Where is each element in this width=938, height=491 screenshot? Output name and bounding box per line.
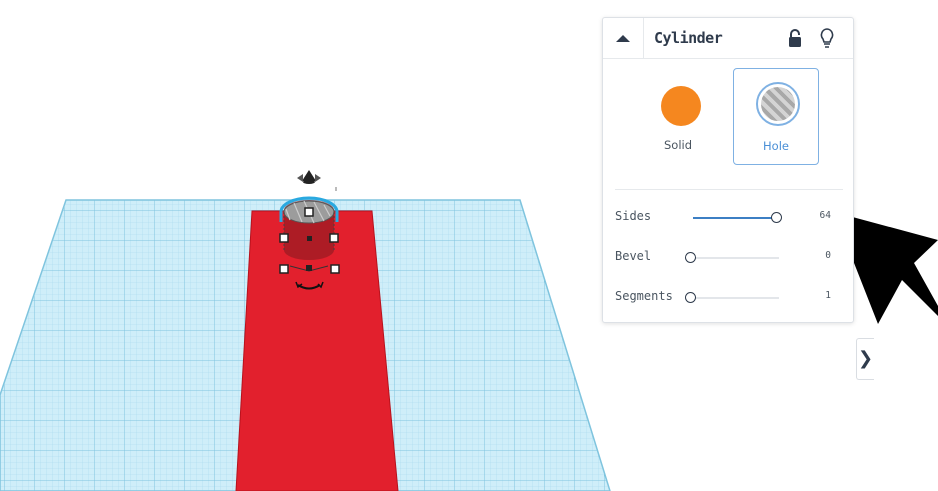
handle-left[interactable] — [279, 233, 289, 243]
divider — [615, 189, 843, 190]
sides-value[interactable]: 64 — [820, 210, 831, 221]
inspector-header: Cylinder — [603, 18, 853, 59]
hole-swatch — [756, 82, 800, 126]
handle-height[interactable] — [307, 236, 312, 241]
shape-inspector-panel: Cylinder Solid Hole Sides 64 Bevel 0 Seg… — [602, 17, 854, 323]
solid-color-swatch — [661, 86, 701, 126]
sides-label: Sides — [615, 209, 652, 223]
unlock-icon[interactable] — [787, 28, 803, 48]
chevron-right-icon: ❯ — [857, 348, 874, 369]
handle-bottom-right[interactable] — [330, 264, 340, 274]
segments-row: Segments 1 — [603, 289, 853, 309]
solid-label: Solid — [663, 138, 693, 152]
chevron-up-icon — [616, 34, 630, 42]
shape-name: Cylinder — [654, 29, 723, 47]
handle-bottom-left[interactable] — [279, 264, 289, 274]
bevel-row: Bevel 0 — [603, 249, 853, 269]
bevel-slider-knob[interactable] — [685, 252, 696, 263]
bevel-slider-track[interactable] — [685, 257, 779, 259]
sidebar-toggle-button[interactable]: ❯ — [856, 338, 874, 380]
collapse-inspector-button[interactable] — [603, 18, 644, 58]
handle-center[interactable] — [306, 265, 312, 271]
sides-row: Sides 64 — [603, 209, 853, 229]
segments-label: Segments — [615, 289, 673, 303]
sides-slider-fill — [693, 217, 775, 219]
hole-label: Hole — [763, 139, 789, 153]
lightbulb-icon[interactable] — [819, 27, 835, 49]
sides-slider-knob[interactable] — [771, 212, 782, 223]
bevel-label: Bevel — [615, 249, 652, 263]
segments-value[interactable]: 1 — [825, 290, 831, 301]
segments-slider-track[interactable] — [685, 297, 779, 299]
segments-slider-knob[interactable] — [685, 292, 696, 303]
solid-option[interactable]: Solid — [635, 68, 721, 165]
bevel-value[interactable]: 0 — [825, 250, 831, 261]
handle-top[interactable] — [304, 207, 314, 217]
lift-handle-icon[interactable] — [297, 170, 321, 184]
handle-right[interactable] — [329, 233, 339, 243]
hole-option[interactable]: Hole — [733, 68, 819, 165]
